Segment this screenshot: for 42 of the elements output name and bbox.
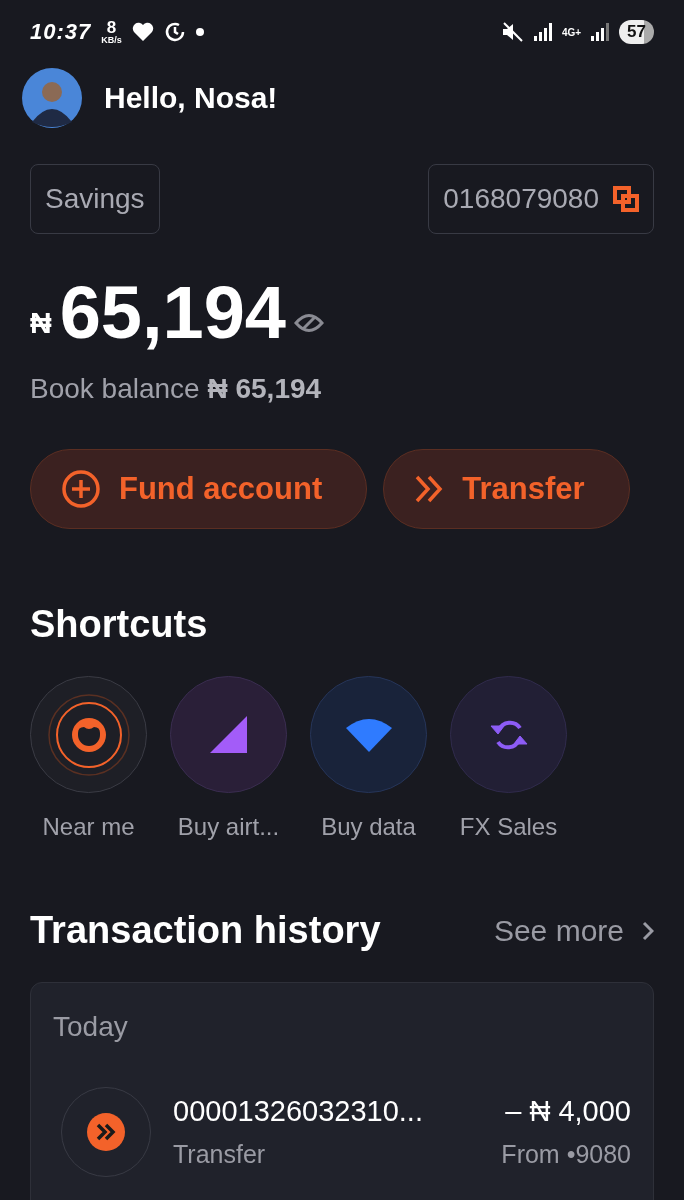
copy-icon[interactable] [613,186,639,212]
network-type: 4G+ [561,26,582,38]
account-number-chip[interactable]: 0168079080 [428,164,654,234]
account-type-chip[interactable]: Savings [30,164,160,234]
shortcut-label: Buy data [321,813,416,841]
signal-icon [591,23,610,41]
shortcut-label: Buy airt... [177,813,280,841]
see-more-link[interactable]: See more [493,913,654,948]
network-speed: 8 [106,19,117,36]
currency-symbol: ₦ [30,305,52,340]
avatar[interactable] [22,68,82,128]
transfer-button[interactable]: Transfer [383,449,630,529]
dot-icon [195,28,204,36]
chevron-right-icon [642,920,654,941]
transaction-type: Transfer [173,1140,267,1169]
book-balance: Book balance ₦ 65,194 [29,372,323,405]
eye-slash-icon[interactable] [294,311,324,334]
balance-amount: 65,194 [59,270,286,355]
clock-time: 10:37 [30,19,92,45]
battery-level: 57 [619,20,654,44]
shortcut-label: FX Sales [459,813,558,841]
plus-circle-icon [61,469,101,509]
clock-icon [163,21,186,43]
double-chevron-icon [414,474,445,504]
signal-icon [533,23,552,41]
mute-icon [501,22,524,42]
face-icon [46,692,131,777]
transfer-icon [87,1113,125,1151]
signal-triangle-icon [209,715,248,754]
shortcut-label: Near me [42,813,135,841]
fund-account-button[interactable]: Fund account [30,449,368,529]
transaction-source: From •9080 [501,1140,631,1169]
section-title: Shortcuts [30,603,209,646]
wifi-icon [345,717,392,752]
account-number: 0168079080 [443,183,599,215]
heart-icon [131,22,154,42]
transaction-amount: – ₦ 4,000 [505,1095,631,1128]
date-heading: Today [53,1011,129,1043]
greeting: Hello, Nosa! [104,81,278,115]
speed-unit: KB/s [101,36,122,45]
transaction-reference[interactable]: 00001326032310... [173,1095,480,1128]
section-title: Transaction history [30,909,381,952]
